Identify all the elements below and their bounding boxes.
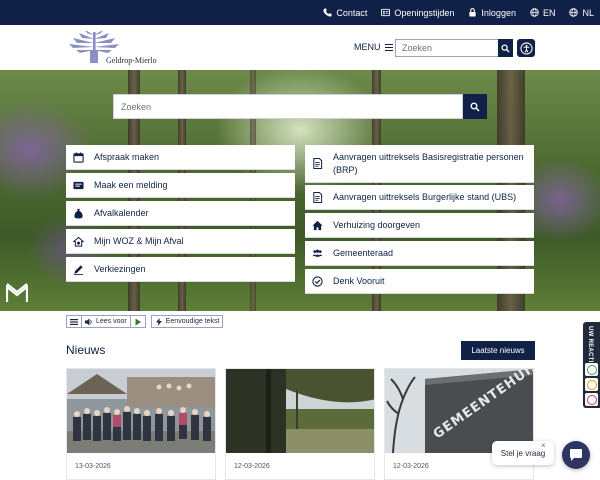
tile-maak-een-melding[interactable]: Maak een melding — [66, 173, 295, 198]
house-cog-icon — [73, 236, 84, 247]
tile-label: Verhuizing doorgeven — [333, 219, 421, 230]
tile-gemeenteraad[interactable]: Gemeenteraad — [305, 241, 534, 266]
news-date: 12-03-2026 — [234, 463, 270, 470]
search-icon — [470, 102, 480, 112]
play-icon — [135, 318, 141, 325]
top-bar: Contact Openingstijden Inloggen EN NL — [0, 0, 600, 25]
people-icon — [312, 249, 323, 257]
simple-text-button[interactable]: Eenvoudige tekst — [150, 315, 224, 328]
simple-text-inner: Eenvoudige tekst — [152, 316, 223, 327]
accessibility-icon — [519, 41, 533, 55]
tile-afvalkalender[interactable]: Afvalkalender — [66, 201, 295, 226]
check-circle-icon — [312, 275, 323, 287]
language-en-link[interactable]: EN — [530, 7, 556, 18]
id-card-icon — [381, 8, 391, 17]
play-button[interactable] — [129, 316, 145, 327]
neutral-smiley-button[interactable] — [585, 378, 598, 391]
site-header: Geldrop-Mierlo MENU Zoeken — [0, 25, 600, 70]
header-search-button[interactable] — [498, 39, 513, 57]
chat-open-button[interactable] — [562, 441, 590, 469]
tile-aanvragen-brp[interactable]: Aanvragen uittreksels Basisregistratie p… — [305, 145, 534, 183]
tile-label: Afspraak maken — [94, 151, 160, 162]
news-card[interactable]: 12-03-2026 — [225, 368, 375, 480]
simple-text-label: Eenvoudige tekst — [165, 318, 220, 325]
chat-close-button[interactable]: × — [541, 441, 546, 450]
happy-face-icon — [586, 364, 597, 375]
language-nl-label: NL — [582, 7, 594, 18]
document-icon — [313, 158, 323, 169]
top-links: Contact Openingstijden Inloggen EN NL — [323, 0, 594, 25]
sad-smiley-button[interactable] — [585, 393, 598, 406]
speaker-icon — [85, 318, 92, 325]
calendar-icon — [73, 151, 84, 163]
hero-banner: Zoeken Afspraak maken Maak een melding A… — [0, 70, 600, 311]
tile-label: Verkiezingen — [94, 263, 146, 274]
news-date: 13-03-2026 — [75, 463, 111, 470]
accessibility-button[interactable] — [517, 39, 535, 57]
list-icon — [70, 318, 78, 325]
logo-text: Geldrop-Mierlo — [106, 56, 157, 65]
login-link[interactable]: Inloggen — [468, 8, 516, 18]
menu-button[interactable]: MENU — [354, 42, 393, 53]
pencil-icon — [73, 264, 84, 275]
read-menu-button[interactable] — [67, 316, 81, 327]
contact-link-label: Contact — [336, 7, 368, 18]
feedback-widget[interactable]: UW REACTIE — [583, 322, 600, 408]
tile-mijn-woz-afval[interactable]: Mijn WOZ & Mijn Afval — [66, 229, 295, 254]
tile-label: Aanvragen uittreksels Burgerlijke stand … — [333, 191, 517, 202]
news-photo-forest — [226, 369, 374, 453]
contact-link[interactable]: Contact — [323, 8, 367, 18]
tile-verkiezingen[interactable]: Verkiezingen — [66, 257, 295, 282]
openingstijden-link-label: Openingstijden — [394, 7, 455, 18]
neutral-face-icon — [586, 379, 597, 390]
login-link-label: Inloggen — [481, 7, 516, 18]
message-icon — [73, 181, 84, 189]
news-card[interactable]: 13-03-2026 — [66, 368, 216, 480]
openingstijden-link[interactable]: Openingstijden — [381, 8, 454, 18]
feedback-label: UW REACTIE — [587, 326, 593, 367]
language-nl-link[interactable]: NL — [569, 8, 594, 18]
tile-aanvragen-ubs[interactable]: Aanvragen uittreksels Burgerlijke stand … — [305, 185, 534, 210]
tile-label: Mijn WOZ & Mijn Afval — [94, 235, 184, 246]
tile-label: Gemeenteraad — [333, 247, 394, 258]
chat-icon — [570, 449, 582, 461]
globe-icon — [569, 8, 579, 17]
phone-icon — [323, 8, 332, 17]
menu-label: MENU — [354, 42, 381, 53]
hero-search-button[interactable] — [463, 94, 487, 119]
hero-search-input[interactable]: Zoeken — [113, 94, 463, 119]
lightning-icon — [155, 317, 162, 326]
language-en-label: EN — [542, 7, 556, 18]
home-icon — [312, 220, 323, 230]
happy-smiley-button[interactable] — [585, 363, 598, 376]
latest-news-button[interactable]: Laatste nieuws — [461, 341, 535, 360]
tile-label: Maak een melding — [94, 179, 168, 190]
read-aloud-button[interactable]: Lees voor — [81, 316, 130, 327]
read-aloud-control: Lees voor — [66, 315, 146, 328]
hamburger-icon — [384, 42, 393, 53]
trash-bag-icon — [74, 208, 83, 219]
search-icon — [501, 43, 510, 53]
brand-mark-icon — [6, 283, 28, 302]
tile-verhuizing-doorgeven[interactable]: Verhuizing doorgeven — [305, 213, 534, 238]
tile-denk-vooruit[interactable]: Denk Vooruit — [305, 269, 534, 294]
news-photo-group — [67, 369, 215, 453]
tile-afspraak-maken[interactable]: Afspraak maken — [66, 145, 295, 170]
tile-label: Aanvragen uittreksels Basisregistratie p… — [333, 151, 524, 175]
readspeaker-bar: Lees voor Eenvoudige tekst — [66, 315, 224, 328]
lock-icon — [469, 8, 477, 17]
sad-face-icon — [586, 394, 597, 405]
tile-label: Afvalkalender — [94, 207, 149, 218]
header-search-input[interactable]: Zoeken — [395, 39, 499, 57]
tile-label: Denk Vooruit — [333, 275, 385, 286]
news-date: 12-03-2026 — [393, 463, 429, 470]
news-heading: Nieuws — [66, 343, 106, 357]
document-icon — [313, 191, 323, 203]
read-aloud-label: Lees voor — [96, 318, 127, 325]
globe-icon — [530, 8, 539, 17]
